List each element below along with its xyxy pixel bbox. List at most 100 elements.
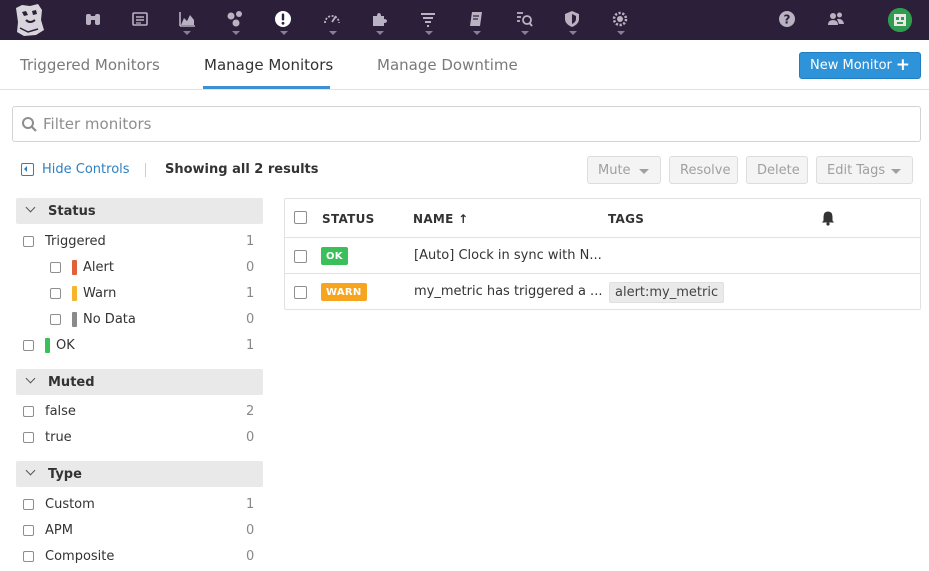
list-icon[interactable] [129,8,151,30]
edit-tags-label: Edit Tags [827,162,886,178]
molecule-icon[interactable] [224,8,246,30]
chevron-down-icon[interactable] [617,31,625,35]
datadog-logo[interactable] [8,2,52,38]
filter-monitors-field[interactable] [12,106,921,142]
chevron-down-icon[interactable] [232,31,240,35]
monitor-name[interactable]: my_metric has triggered a ... [414,284,602,299]
facet-muted-title: Muted [48,374,95,390]
alert-status-color [72,259,77,275]
chevron-down-icon[interactable] [569,31,577,35]
puzzle-icon[interactable] [368,8,390,30]
chevron-down-icon[interactable] [376,31,384,35]
warn-status-color [72,285,77,301]
facet-count: 1 [246,338,255,353]
checkbox[interactable] [23,339,34,351]
alert-icon[interactable] [272,8,294,30]
help-icon[interactable]: ? [776,8,798,30]
facet-item-true[interactable]: true [23,427,72,447]
facet-item-label: Custom [45,496,95,512]
facet-item-ok[interactable]: OK [23,335,75,355]
facet-item-label: OK [56,337,75,353]
facet-item-apm[interactable]: APM [23,520,73,540]
shield-icon[interactable] [561,8,583,30]
tab-manage-monitors[interactable]: Manage Monitors [204,56,333,74]
tab-manage-downtime[interactable]: Manage Downtime [377,56,518,74]
facet-muted-header[interactable]: Muted [16,369,263,395]
hide-controls-button[interactable]: Hide Controls [21,162,130,177]
facet-item-label: Composite [45,548,115,564]
chevron-down-icon[interactable] [280,31,288,35]
checkbox[interactable] [23,524,34,536]
facet-count: 2 [246,404,255,419]
tabs-bar: Triggered Monitors Manage Monitors Manag… [0,40,929,90]
no-data-status-color [72,311,77,327]
select-all-checkbox[interactable] [294,211,307,224]
facet-item-label: No Data [83,311,136,327]
mute-button[interactable]: Mute [587,156,661,184]
facet-status-header[interactable]: Status [16,198,263,224]
facet-type-header[interactable]: Type [16,461,263,487]
column-header-tags[interactable]: TAGS [608,212,644,226]
column-header-status[interactable]: STATUS [322,212,375,226]
active-tab-indicator [203,86,330,89]
new-monitor-button[interactable]: New Monitor + [799,52,921,79]
facet-type-title: Type [48,466,82,482]
table-row[interactable]: OK [Auto] Clock in sync with N... [285,238,920,274]
checkbox[interactable] [50,313,61,325]
chevron-down-icon[interactable] [521,31,529,35]
facet-count: 1 [246,286,255,301]
facet-status-title: Status [48,203,96,219]
checkbox[interactable] [23,235,34,247]
facet-item-warn[interactable]: Warn [50,283,116,303]
edit-tags-button[interactable]: Edit Tags [816,156,913,184]
facet-item-label: Triggered [45,233,106,249]
resolve-label: Resolve [680,162,731,178]
monitor-tag[interactable]: alert:my_metric [609,282,725,303]
dashboard-gauge-icon[interactable] [321,8,343,30]
row-checkbox[interactable] [294,286,307,299]
facet-count: 1 [246,497,255,512]
checkbox[interactable] [23,498,34,510]
filter-monitors-input[interactable] [43,112,903,136]
bell-icon[interactable] [820,210,836,230]
results-count: Showing all 2 results [165,162,319,177]
column-header-name[interactable]: NAME ↑ [413,212,469,226]
notebook-icon[interactable] [465,8,487,30]
checkbox[interactable] [23,550,34,562]
facet-item-alert[interactable]: Alert [50,257,114,277]
status-badge: WARN [321,283,367,301]
table-header: STATUS NAME ↑ TAGS [285,199,920,238]
checkbox[interactable] [23,405,34,417]
apm-icon[interactable] [513,8,535,30]
checkbox[interactable] [50,261,61,273]
chevron-down-icon[interactable] [473,31,481,35]
table-row[interactable]: WARN my_metric has triggered a ... alert… [285,274,920,310]
row-checkbox[interactable] [294,250,307,263]
top-navigation-bar: ? [0,0,929,40]
tab-triggered-monitors[interactable]: Triggered Monitors [20,56,160,74]
gear-icon[interactable] [609,8,631,30]
facet-item-custom[interactable]: Custom [23,494,95,514]
chevron-down-icon[interactable] [183,31,191,35]
resolve-button[interactable]: Resolve [669,156,738,184]
chevron-down-icon[interactable] [425,31,433,35]
facet-item-no-data[interactable]: No Data [50,309,136,329]
new-monitor-label: New Monitor [810,58,892,73]
binoculars-icon[interactable] [82,8,104,30]
delete-button[interactable]: Delete [746,156,808,184]
status-badge: OK [321,247,348,265]
team-icon[interactable] [825,8,847,30]
facet-item-composite[interactable]: Composite [23,546,114,566]
area-chart-icon[interactable] [176,8,198,30]
plus-icon: + [895,55,910,75]
facet-item-false[interactable]: false [23,401,76,421]
monitor-name[interactable]: [Auto] Clock in sync with N... [414,248,602,263]
divider [145,163,146,177]
filter-lines-icon[interactable] [417,8,439,30]
chevron-down-icon[interactable] [329,31,337,35]
facet-item-triggered[interactable]: Triggered [23,231,106,251]
chevron-down-icon [25,465,36,476]
checkbox[interactable] [50,287,61,299]
checkbox[interactable] [23,431,34,443]
avatar[interactable] [888,8,912,32]
